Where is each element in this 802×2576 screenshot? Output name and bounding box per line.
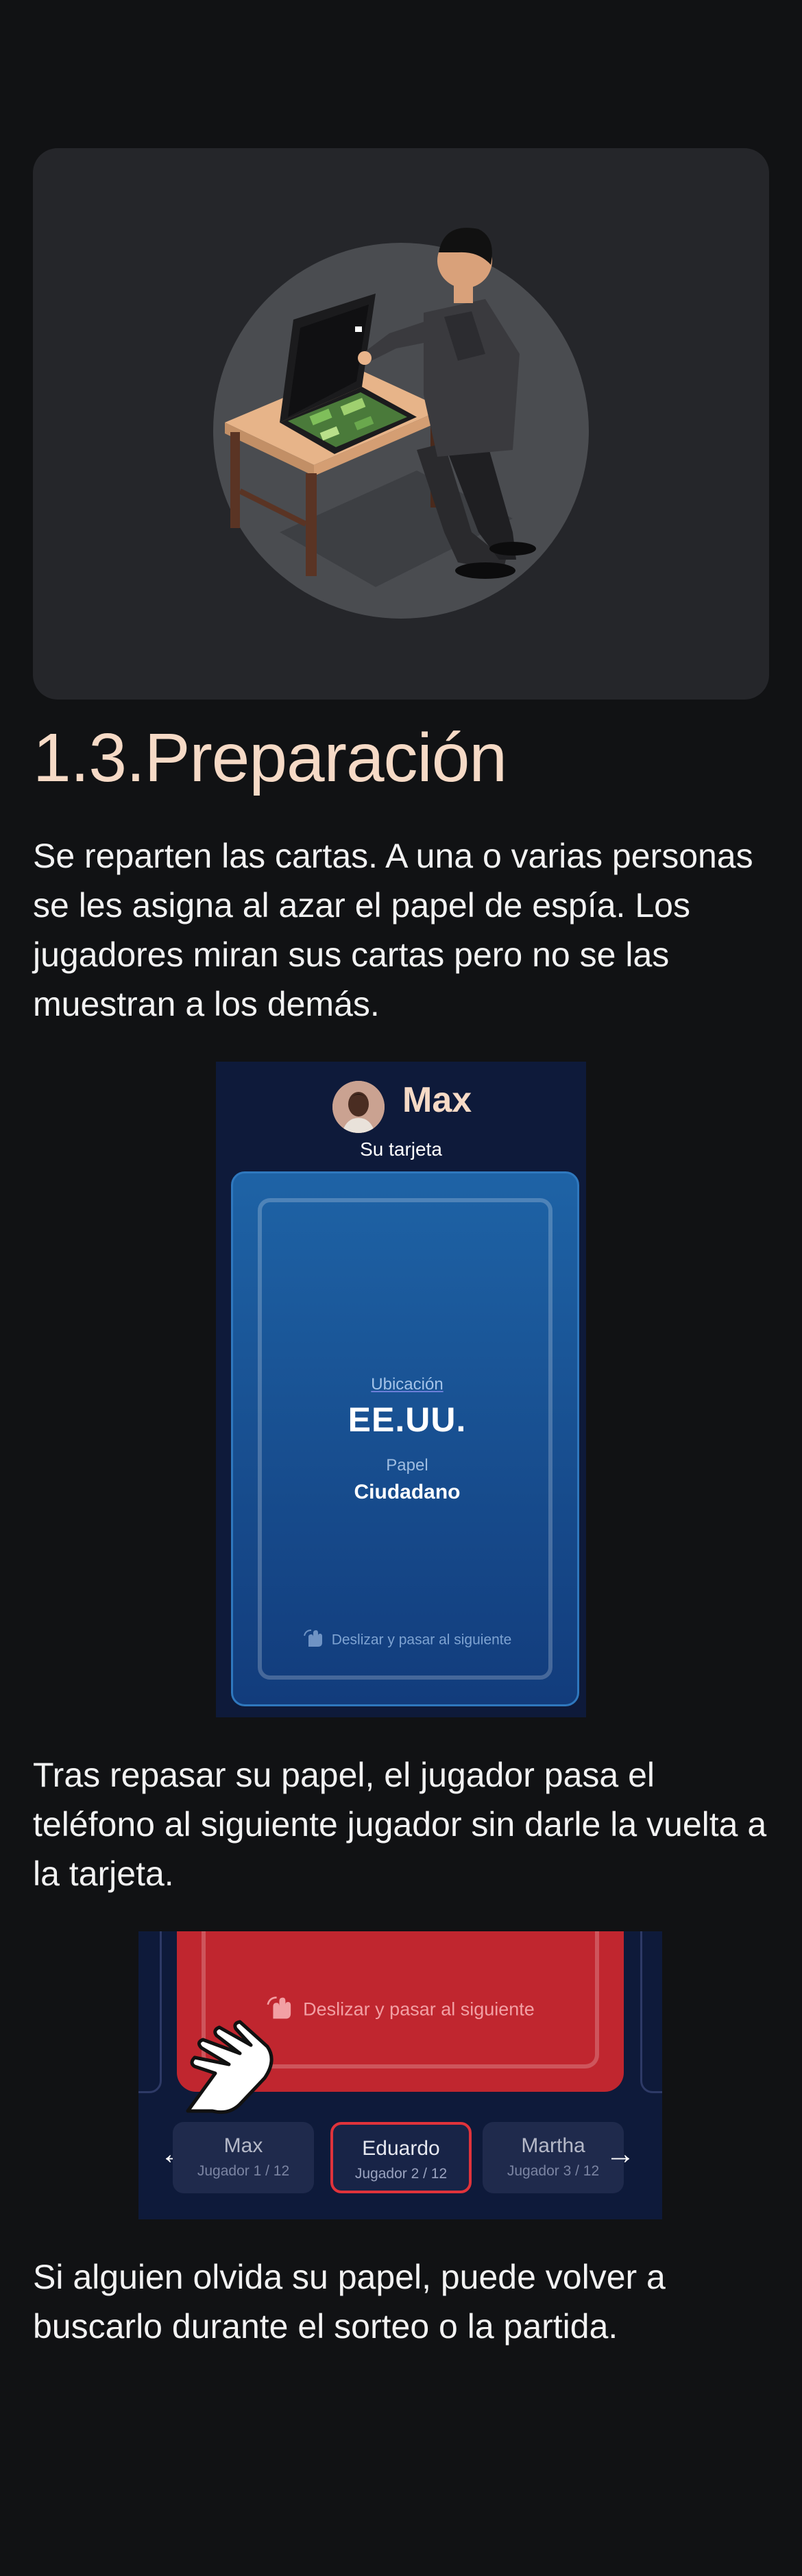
spy-at-desk-illustration: [213, 228, 589, 619]
player-name: Max: [402, 1080, 472, 1120]
footer-paragraph: Si alguien olvida su papel, puede volver…: [33, 2258, 666, 2346]
player-chip[interactable]: Max Jugador 1 / 12: [173, 2122, 314, 2193]
location-value: EE.UU.: [348, 1400, 467, 1439]
role-label: Papel: [386, 1456, 428, 1475]
player-chip-selected[interactable]: Eduardo Jugador 2 / 12: [330, 2122, 472, 2193]
location-label: Ubicación: [371, 1375, 443, 1394]
hero-illustration: [33, 148, 769, 700]
swipe-gesture-hand-icon: [174, 2008, 277, 2121]
role-value: Ciudadano: [354, 1481, 461, 1503]
player-chip-name: Eduardo: [362, 2137, 440, 2160]
swipe-hint: Deslizar y pasar al siguiente: [233, 1629, 581, 1652]
avatar: [332, 1081, 385, 1133]
swipe-hand-icon: [303, 1629, 326, 1652]
card-subtitle: Su tarjeta: [360, 1138, 442, 1160]
section-title: 1.3.Preparación: [33, 719, 507, 796]
next-card-edge: [640, 1931, 662, 2093]
swipe-hint-text: Deslizar y pasar al siguiente: [331, 1632, 512, 1648]
after-card-paragraph: Tras repasar su papel, el jugador pasa e…: [33, 1756, 767, 1893]
player-switcher-screenshot: Deslizar y pasar al siguiente ← Max Juga…: [138, 1931, 662, 2219]
intro-paragraph: Se reparten las cartas. A una o varias p…: [33, 837, 753, 1023]
player-chip-index: Jugador 2 / 12: [354, 2166, 448, 2182]
arrow-right-icon[interactable]: →: [603, 2137, 637, 2171]
previous-card-edge: [138, 1931, 162, 2093]
swipe-hint-text: Deslizar y pasar al siguiente: [303, 1999, 535, 2020]
player-card-screenshot: Max Su tarjeta Ubicación EE.UU. Papel Ci…: [216, 1062, 586, 1717]
card-header: Max Su tarjeta: [216, 1071, 586, 1160]
player-chip-index: Jugador 1 / 12: [197, 2163, 290, 2179]
role-card[interactable]: Ubicación EE.UU. Papel Ciudadano Desliza…: [231, 1171, 579, 1706]
player-chip-name: Max: [223, 2134, 263, 2157]
